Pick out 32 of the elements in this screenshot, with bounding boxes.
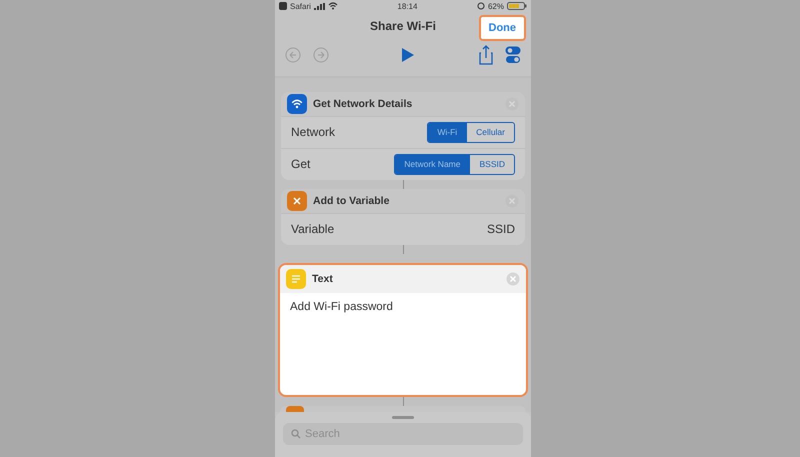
action-title: Add to Variable [313,194,390,207]
action-title: Text [312,272,334,285]
settings-toggle-icon[interactable] [505,46,521,64]
done-button[interactable]: Done [478,14,526,41]
parameter-label: Network [291,125,336,140]
text-content[interactable]: Add Wi-Fi password [290,300,393,313]
shortcut-title: Share Wi-Fi [370,18,436,33]
wifi-icon [328,2,338,10]
segment-option[interactable]: Network Name [395,154,470,174]
close-icon[interactable] [505,194,519,208]
segment-option[interactable]: Wi-Fi [428,122,466,142]
undo-icon[interactable] [285,46,301,63]
close-icon[interactable] [506,272,520,286]
parameter-value[interactable]: SSID [486,222,515,236]
parameter-label: Get [291,157,310,172]
redo-icon[interactable] [313,46,329,63]
sheet-handle[interactable] [392,416,414,419]
signal-icon [314,2,325,10]
search-icon [291,428,301,439]
battery-percent: 62% [488,2,504,11]
play-icon[interactable] [401,46,415,63]
share-icon[interactable] [479,44,493,65]
parameter-label: Variable [291,222,334,236]
segment-option[interactable]: Cellular [466,122,514,142]
app-icon [279,2,287,10]
status-carrier: Safari [290,2,311,11]
lock-rotation-icon [476,2,485,10]
action-title: Get Network Details [313,98,414,110]
battery-icon [506,2,527,10]
status-time: 18:14 [397,2,418,11]
close-icon[interactable] [505,96,519,111]
segment-option[interactable]: BSSID [469,154,514,174]
